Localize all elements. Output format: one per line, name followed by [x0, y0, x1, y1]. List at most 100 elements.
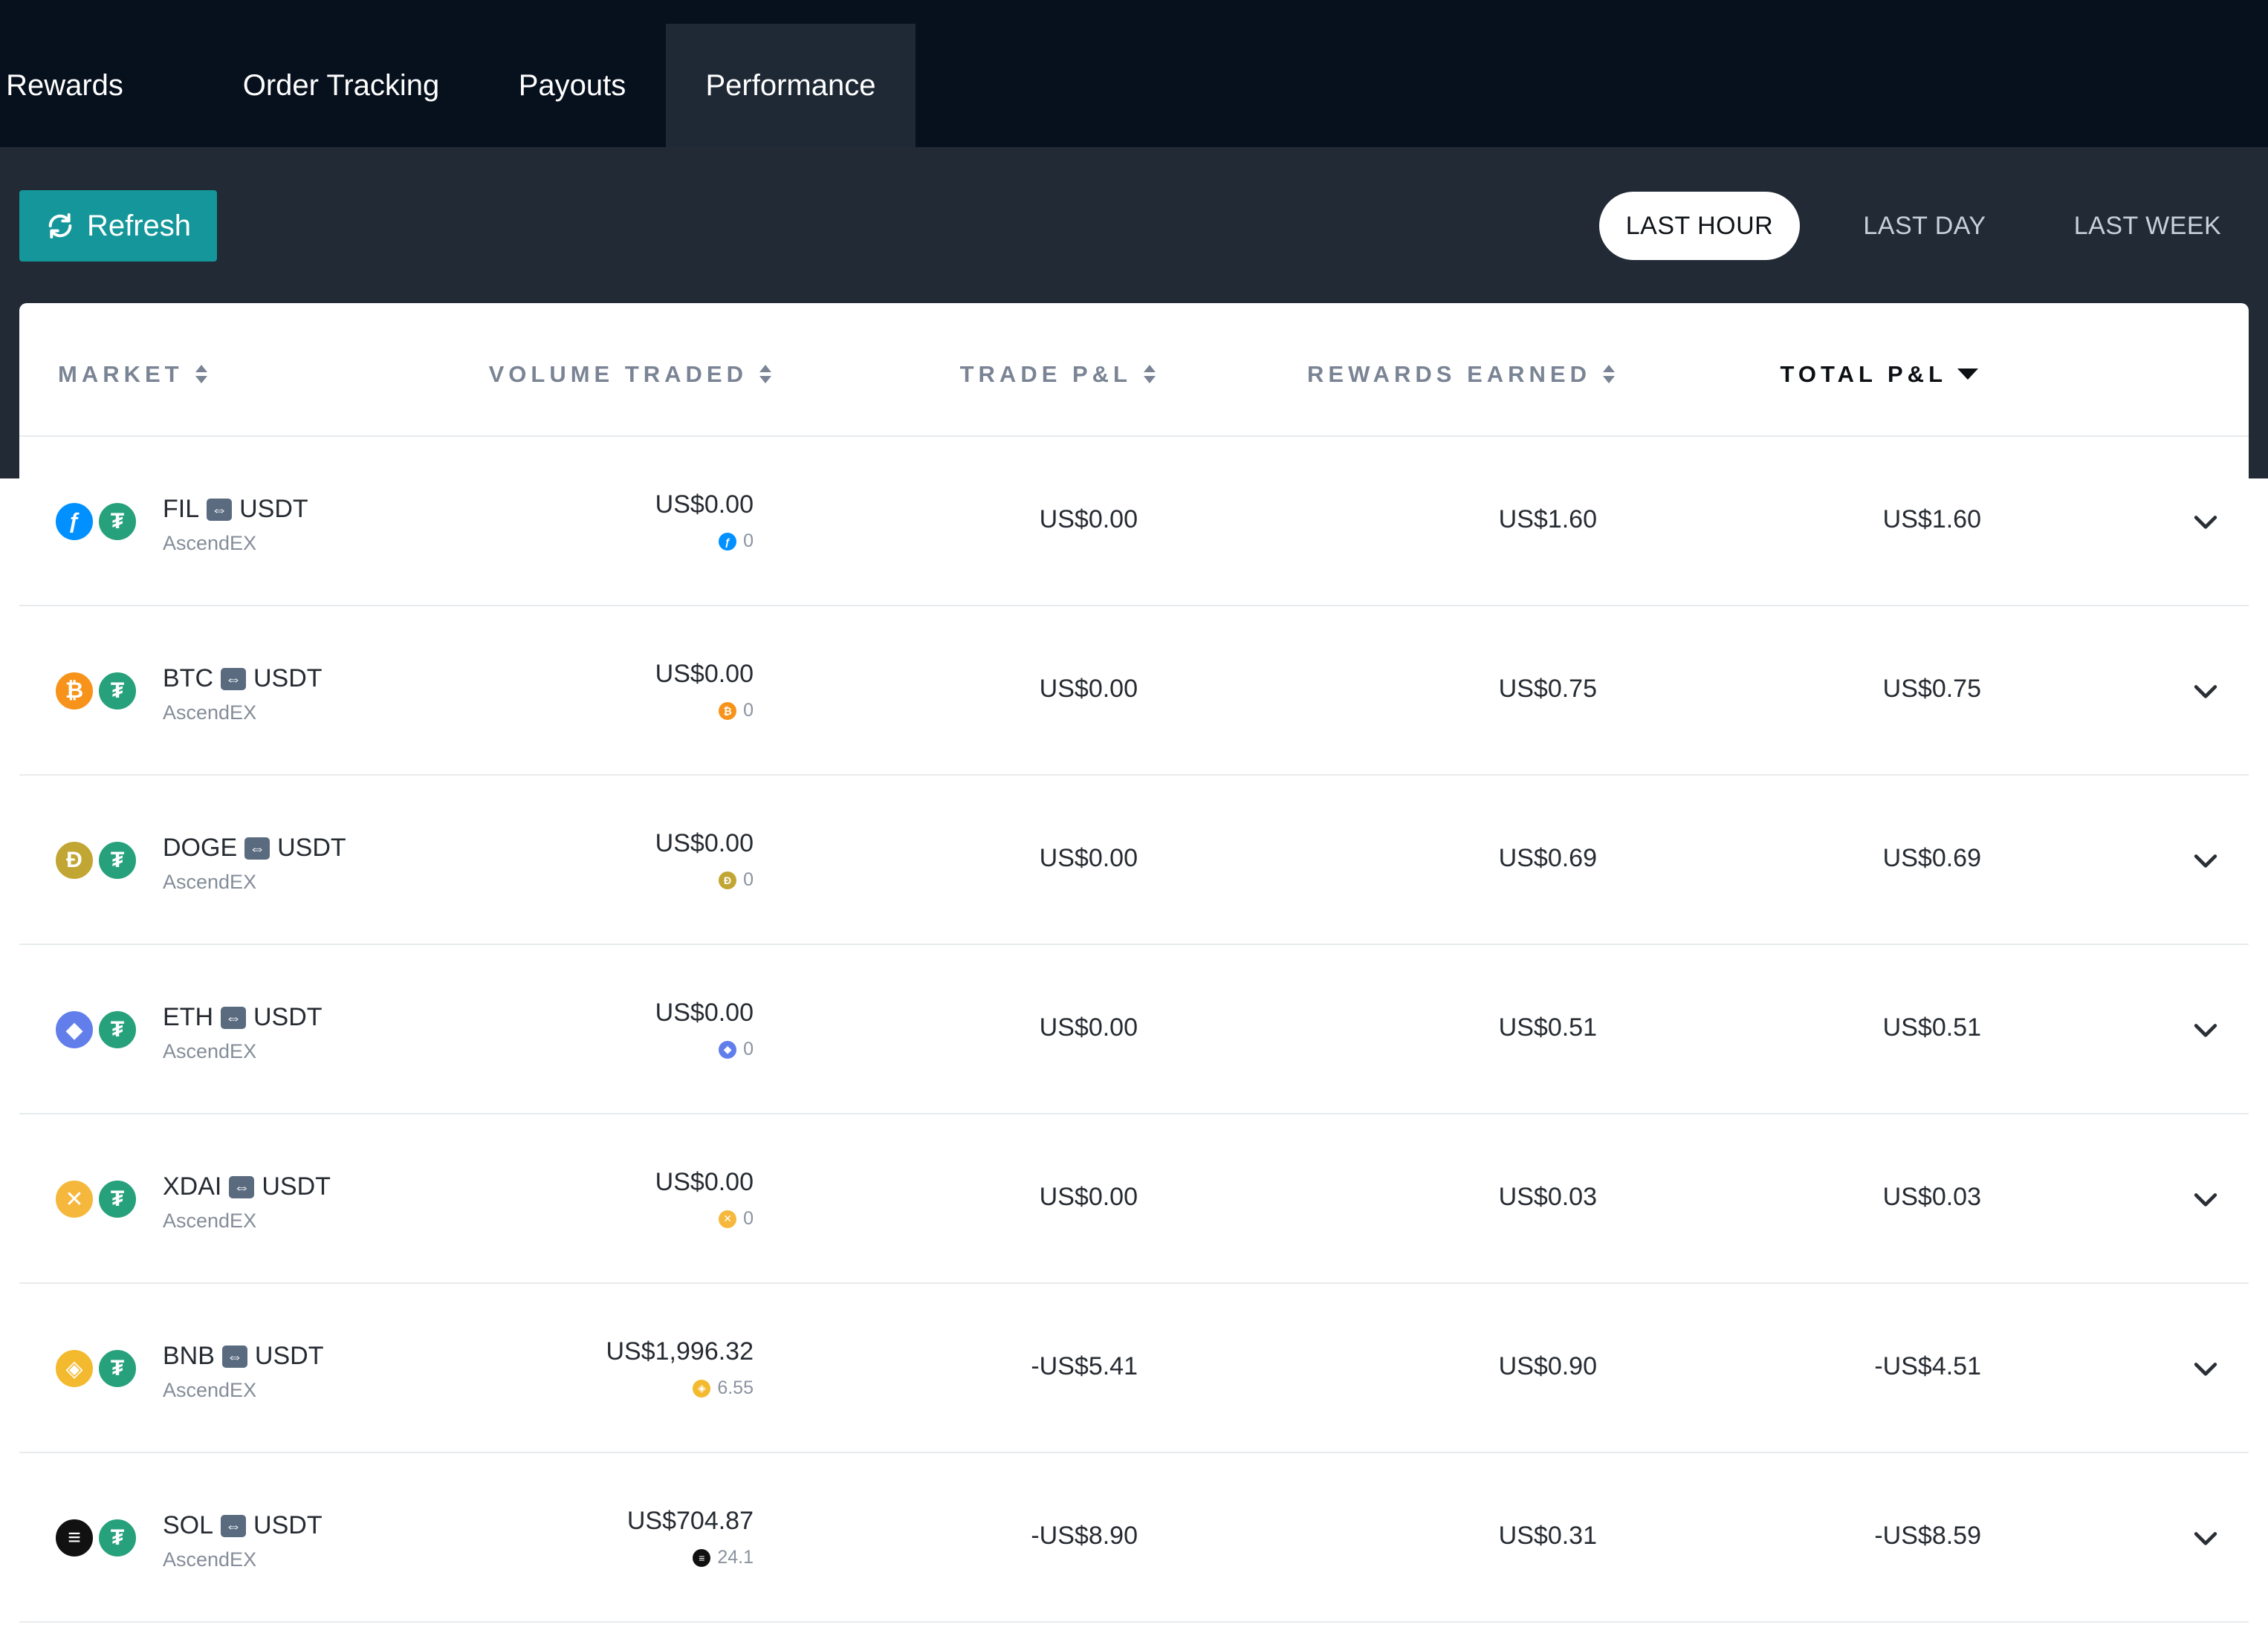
market-pair: BTC ⇔ USDT [163, 664, 323, 693]
expand-row-button[interactable] [2189, 1352, 2222, 1385]
total-pnl: US$0.03 [1882, 1183, 1981, 1211]
total-pnl: -US$8.59 [1874, 1522, 1981, 1550]
sort-icon [194, 363, 209, 386]
performance-table: MARKET VOLUME TRADED TRADE P&L REWARDS E… [19, 303, 2249, 1636]
trade-pnl: -US$5.41 [1031, 1352, 1138, 1380]
column-header-total-pnl[interactable]: TOTAL P&L [1781, 354, 1978, 395]
volume-traded: US$0.00 [655, 829, 754, 857]
bnb-mini-icon: ◈ [693, 1379, 711, 1398]
volume-base-value: 0 [743, 1039, 754, 1059]
column-header-trade-pnl[interactable]: TRADE P&L [960, 354, 1157, 395]
column-header-market[interactable]: MARKET [58, 354, 209, 395]
refresh-button[interactable]: Refresh [19, 190, 217, 262]
solana-icon: ≡ [54, 1517, 95, 1559]
base-symbol: BNB [163, 1342, 215, 1370]
table-row[interactable]: ≡ ₮ SOL ⇔ USDT AscendEX US$704.87 ≡ 24.1 -US$8.90… [19, 1453, 2249, 1623]
column-header-rewards[interactable]: REWARDS EARNED [1307, 354, 1616, 395]
range-last-day-label: LAST DAY [1863, 211, 1986, 240]
rewards-earned: US$0.90 [1498, 1352, 1597, 1380]
trade-pnl: US$0.00 [1039, 844, 1138, 872]
range-last-hour[interactable]: LAST HOUR [1599, 192, 1800, 260]
expand-row-button[interactable] [2189, 675, 2222, 707]
quote-symbol: USDT [253, 1003, 323, 1031]
total-pnl: US$1.60 [1882, 505, 1981, 533]
rewards-earned: US$1.60 [1498, 505, 1597, 533]
sort-icon [1601, 363, 1616, 386]
bitcoin-mini-icon: ₿ [719, 701, 737, 720]
tab-performance[interactable]: Performance [666, 24, 916, 147]
refresh-label: Refresh [86, 209, 192, 242]
bnb-icon: ◈ [54, 1348, 95, 1389]
tether-icon: ₮ [97, 501, 138, 542]
tether-icon: ₮ [97, 670, 138, 712]
tab-performance-label: Performance [705, 68, 876, 102]
volume-base-value: 0 [743, 1208, 754, 1229]
rewards-earned: US$0.69 [1498, 844, 1597, 872]
trade-pnl: -US$8.90 [1031, 1522, 1138, 1550]
table-row[interactable]: ✕ ₮ XDAI ⇔ USDT AscendEX US$0.00 ✕ 0 US$0.00 US$0.… [19, 1114, 2249, 1284]
volume-base-value: 6.55 [717, 1377, 754, 1398]
table-row[interactable]: ₿ ₮ BTC ⇔ USDT AscendEX US$0.00 ₿ 0 US$0.00 US$0.7… [19, 606, 2249, 776]
volume-traded: US$0.00 [655, 999, 754, 1027]
swap-icon: ⇔ [207, 498, 233, 521]
swap-icon: ⇔ [229, 1175, 255, 1198]
base-symbol: ETH [163, 1003, 213, 1031]
tab-order-tracking[interactable]: Order Tracking [223, 24, 459, 147]
expand-row-button[interactable] [2189, 844, 2222, 877]
volume-traded: US$1,996.32 [606, 1337, 754, 1366]
tab-payouts[interactable]: Payouts [502, 24, 642, 147]
tab-payouts-label: Payouts [518, 68, 626, 102]
chevron-down-icon [2194, 685, 2217, 698]
exchange-name: AscendEX [163, 1379, 257, 1401]
expand-row-button[interactable] [2189, 505, 2222, 538]
exchange-name: AscendEX [163, 1210, 257, 1232]
trade-pnl: US$0.00 [1039, 505, 1138, 533]
expand-row-button[interactable] [2189, 1183, 2222, 1215]
rewards-earned: US$0.03 [1498, 1183, 1597, 1211]
base-symbol: SOL [163, 1511, 214, 1539]
volume-base-amount: ₿ 0 [719, 700, 754, 721]
exchange-name: AscendEX [163, 532, 257, 554]
tab-rewards[interactable]: Rewards [6, 24, 123, 147]
solana-mini-icon: ≡ [693, 1548, 711, 1567]
filecoin-icon: ƒ [54, 501, 95, 542]
chevron-down-icon [2194, 1363, 2217, 1376]
table-row[interactable]: ƒ ₮ FIL ⇔ USDT AscendEX US$0.00 ƒ 0 US$0.00 US$1.6… [19, 437, 2249, 606]
chevron-down-icon [2194, 854, 2217, 868]
table-row[interactable]: Ð ₮ DOGE ⇔ USDT AscendEX US$0.00 Ð 0 US$0.00 US$0.… [19, 776, 2249, 945]
quote-symbol: USDT [239, 495, 308, 523]
expand-row-button[interactable] [2189, 1522, 2222, 1554]
base-symbol: BTC [163, 664, 213, 692]
trade-pnl: US$0.00 [1039, 1183, 1138, 1211]
exchange-name: AscendEX [163, 1040, 257, 1062]
chevron-down-icon [2194, 1024, 2217, 1037]
market-pair: ETH ⇔ USDT [163, 1003, 323, 1032]
rewards-earned: US$0.51 [1498, 1013, 1597, 1042]
dogecoin-icon: Ð [54, 840, 95, 881]
trade-pnl-header-label: TRADE P&L [959, 361, 1132, 387]
range-last-hour-label: LAST HOUR [1625, 211, 1774, 240]
chevron-down-icon [2194, 1532, 2217, 1545]
volume-traded: US$0.00 [655, 1168, 754, 1196]
quote-symbol: USDT [254, 1342, 324, 1370]
bitcoin-icon: ₿ [54, 670, 95, 712]
volume-base-value: 0 [743, 530, 754, 551]
table-row[interactable]: ◈ ₮ BNB ⇔ USDT AscendEX US$1,996.32 ◈ 6.55 -US$5.… [19, 1284, 2249, 1453]
tab-order-tracking-label: Order Tracking [242, 68, 440, 102]
volume-base-amount: ƒ0 [719, 530, 754, 552]
market-pair: XDAI ⇔ USDT [163, 1172, 331, 1201]
market-header-label: MARKET [58, 361, 184, 387]
chevron-down-icon [2194, 1193, 2217, 1207]
total-pnl: -US$4.51 [1874, 1352, 1981, 1380]
base-symbol: FIL [163, 495, 200, 523]
range-last-day[interactable]: LAST DAY [1843, 192, 2006, 260]
dogecoin-mini-icon: Ð [719, 871, 737, 889]
range-last-week[interactable]: LAST WEEK [2066, 192, 2229, 260]
column-header-volume[interactable]: VOLUME TRADED [489, 354, 773, 395]
expand-row-button[interactable] [2189, 1013, 2222, 1046]
rewards-earned: US$0.31 [1498, 1522, 1597, 1550]
top-navigation: Rewards Order Tracking Payouts Performan… [0, 0, 2268, 147]
ethereum-icon: ◆ [54, 1009, 95, 1051]
table-row[interactable]: ◆ ₮ ETH ⇔ USDT AscendEX US$0.00 ◆ 0 US$0.00 US$0.5… [19, 945, 2249, 1114]
tether-icon: ₮ [97, 1178, 138, 1220]
